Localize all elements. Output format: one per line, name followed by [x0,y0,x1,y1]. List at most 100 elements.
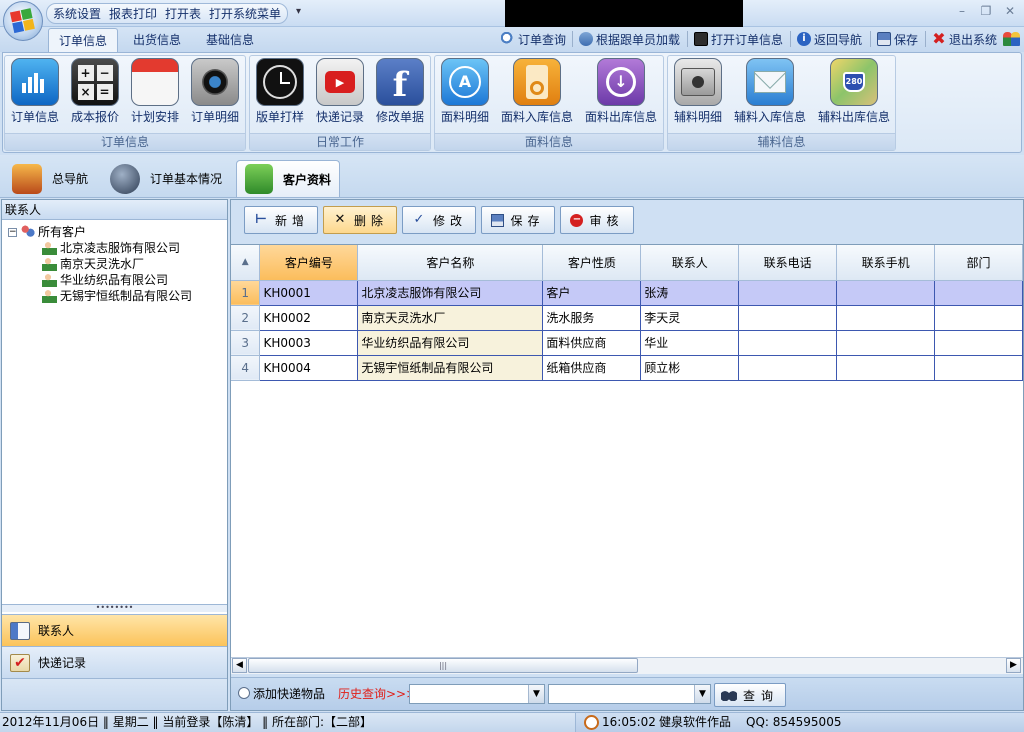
order-query-button[interactable]: 订单查询 [501,29,566,49]
column-header-dept[interactable]: 部门 [934,245,1023,281]
cell-code[interactable]: KH0002 [259,305,359,331]
cell-name[interactable]: 南京天灵洗水厂 [357,305,544,331]
cell-dept[interactable] [934,330,1023,356]
cell-dept[interactable] [934,355,1023,381]
ribbon-order-detail-button[interactable]: 订单明细 [186,58,244,126]
nav-tab-order-overview[interactable]: 订单基本情况 [102,160,230,197]
cell-name[interactable]: 华业纺织品有限公司 [357,330,544,356]
ribbon-fabric-in-button[interactable]: 面料入库信息 [501,58,573,126]
tab-order-info[interactable]: 订单信息 [48,28,119,52]
cell-phone[interactable] [738,305,838,331]
cell-phone[interactable] [738,355,838,381]
qat-report-print[interactable]: 报表打印 [109,5,157,22]
collapse-toggle-icon[interactable]: − [8,227,17,237]
cell-mobile[interactable] [836,305,936,331]
save-button[interactable]: 保存 [481,206,555,234]
cell-mobile[interactable] [836,355,936,381]
ribbon-plan-schedule-button[interactable]: 计划安排 [126,58,184,126]
row-number[interactable]: 3 [231,330,261,356]
qat-open-system-menu[interactable]: 打开系统菜单 [209,5,281,22]
left-nav-contacts[interactable]: 联系人 [2,614,227,646]
cell-code[interactable]: KH0004 [259,355,359,381]
cell-contact[interactable]: 李天灵 [640,305,740,331]
row-number[interactable]: 1 [231,280,261,306]
chevron-down-icon[interactable]: ▼ [528,685,544,703]
column-header-code[interactable]: 客户编号 [259,245,359,281]
back-to-nav-button[interactable]: i 返回导航 [797,29,862,49]
edit-button[interactable]: ✓ 修改 [402,206,476,234]
tab-base-info[interactable]: 基础信息 [196,28,264,52]
table-row[interactable]: 1 KH0001 北京凌志服饰有限公司 客户 张涛 [231,280,1023,306]
row-number-header[interactable]: ▲ [231,245,261,281]
delete-button[interactable]: ✕ 删除 [323,206,397,234]
column-header-phone[interactable]: 联系电话 [738,245,838,281]
scroll-left-arrow-icon[interactable]: ◀ [232,658,247,673]
cell-type[interactable]: 面料供应商 [542,330,642,356]
open-order-info-button[interactable]: 打开订单信息 [694,29,783,49]
load-by-merchandiser-button[interactable]: 根据跟单员加载 [579,29,680,49]
cell-mobile[interactable] [836,330,936,356]
query-combo-2[interactable]: ▼ [548,684,711,704]
qat-customize-arrow-icon[interactable]: ▾ [296,6,301,17]
nav-tab-main-navigation[interactable]: 总导航 [4,160,96,197]
cell-code[interactable]: KH0003 [259,330,359,356]
scroll-right-arrow-icon[interactable]: ▶ [1006,658,1021,673]
nav-tab-customer-data[interactable]: 客户资料 [236,160,340,197]
cell-type[interactable]: 纸箱供应商 [542,355,642,381]
minimize-button[interactable]: – [952,4,972,20]
audit-button[interactable]: − 审核 [560,206,634,234]
cell-mobile[interactable] [836,280,936,306]
cell-name[interactable]: 北京凌志服饰有限公司 [357,280,544,306]
column-header-type[interactable]: 客户性质 [542,245,642,281]
cell-phone[interactable] [738,280,838,306]
tab-shipping-info[interactable]: 出货信息 [123,28,191,52]
ribbon-accessory-detail-button[interactable]: 辅料明细 [669,58,727,126]
cell-type[interactable]: 洗水服务 [542,305,642,331]
ribbon-fabric-detail-button[interactable]: A 面料明细 [436,58,494,126]
ribbon-fabric-out-button[interactable]: ↓ 面料出库信息 [585,58,657,126]
panel-splitter[interactable]: •••••••• [2,604,227,612]
exit-system-button[interactable]: ✖ 退出系统 [932,29,997,49]
app-menu-button[interactable] [3,1,43,41]
history-query-link[interactable]: 历史查询>>> [338,685,416,702]
cell-contact[interactable]: 张涛 [640,280,740,306]
ribbon-accessory-in-button[interactable]: 辅料入库信息 [734,58,806,126]
cell-contact[interactable]: 华业 [640,330,740,356]
tree-item[interactable]: 南京天灵洗水厂 [8,256,223,272]
add-express-item-label[interactable]: 添加快递物品 [253,685,325,702]
add-button[interactable]: ⊢ 新增 [244,206,318,234]
ribbon-order-info-button[interactable]: 订单信息 [6,58,64,126]
cell-contact[interactable]: 顾立彬 [640,355,740,381]
row-number[interactable]: 4 [231,355,261,381]
table-row[interactable]: 3 KH0003 华业纺织品有限公司 面料供应商 华业 [231,330,1023,356]
row-number[interactable]: 2 [231,305,261,331]
ribbon-cost-quote-button[interactable]: + − × = 成本报价 [66,58,124,126]
tree-root[interactable]: − 所有客户 [8,224,223,240]
ribbon-edit-document-button[interactable]: f 修改单据 [371,58,429,126]
save-toolbar-button[interactable]: 保存 [877,29,918,49]
left-nav-express-record[interactable]: ✔ 快递记录 [2,646,227,678]
tree-item[interactable]: 无锡宇恒纸制品有限公司 [8,288,223,304]
users-icon[interactable] [1003,30,1021,48]
tree-item[interactable]: 北京凌志服饰有限公司 [8,240,223,256]
restore-button[interactable]: ❐ [976,4,996,20]
query-combo-1[interactable]: ▼ [409,684,545,704]
ribbon-sample-making-button[interactable]: 版单打样 [251,58,309,126]
table-row[interactable]: 2 KH0002 南京天灵洗水厂 洗水服务 李天灵 [231,305,1023,331]
cell-dept[interactable] [934,280,1023,306]
column-header-name[interactable]: 客户名称 [357,245,544,281]
add-express-item-radio[interactable] [238,687,250,699]
scroll-thumb[interactable]: ||| [248,658,638,673]
close-button[interactable]: ✕ [1000,4,1020,20]
chevron-down-icon[interactable]: ▼ [694,685,710,703]
qat-open-table[interactable]: 打开表 [165,5,201,22]
column-header-contact[interactable]: 联系人 [640,245,740,281]
qat-system-settings[interactable]: 系统设置 [53,5,101,22]
table-row[interactable]: 4 KH0004 无锡宇恒纸制品有限公司 纸箱供应商 顾立彬 [231,355,1023,381]
cell-phone[interactable] [738,330,838,356]
column-header-mobile[interactable]: 联系手机 [836,245,936,281]
ribbon-express-record-button[interactable]: ▶ 快递记录 [311,58,369,126]
cell-type[interactable]: 客户 [542,280,642,306]
cell-name[interactable]: 无锡宇恒纸制品有限公司 [357,355,544,381]
ribbon-accessory-out-button[interactable]: 280 辅料出库信息 [818,58,890,126]
